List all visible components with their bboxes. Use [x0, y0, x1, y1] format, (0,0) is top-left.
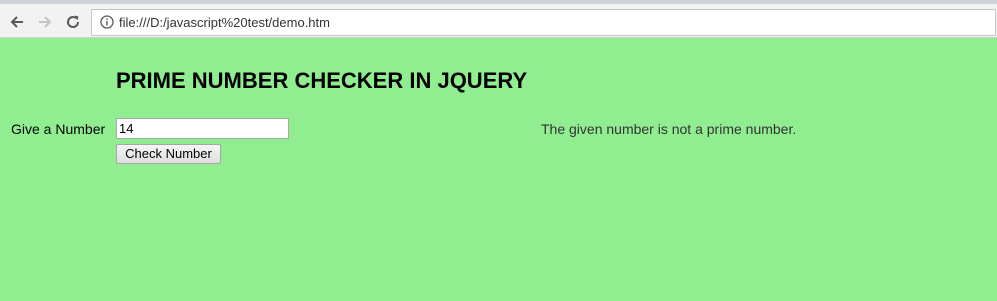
arrow-right-icon — [39, 16, 52, 28]
back-button[interactable] — [7, 12, 27, 32]
info-icon[interactable] — [100, 15, 114, 29]
check-number-button[interactable]: Check Number — [116, 144, 221, 164]
address-bar-url[interactable]: file:///D:/javascript%20test/demo.htm — [119, 15, 330, 31]
browser-toolbar: file:///D:/javascript%20test/demo.htm — [0, 4, 997, 38]
page-title: PRIME NUMBER CHECKER IN JQUERY — [116, 68, 528, 93]
forward-button[interactable] — [35, 12, 55, 32]
reload-icon — [67, 15, 80, 28]
address-bar[interactable]: file:///D:/javascript%20test/demo.htm — [91, 9, 996, 36]
page-body: PRIME NUMBER CHECKER IN JQUERY Give a Nu… — [0, 38, 997, 301]
number-label: Give a Number — [11, 121, 106, 137]
result-message: The given number is not a prime number. — [541, 121, 797, 137]
reload-button[interactable] — [63, 12, 83, 32]
arrow-left-icon — [10, 16, 23, 28]
number-input[interactable] — [116, 118, 289, 139]
